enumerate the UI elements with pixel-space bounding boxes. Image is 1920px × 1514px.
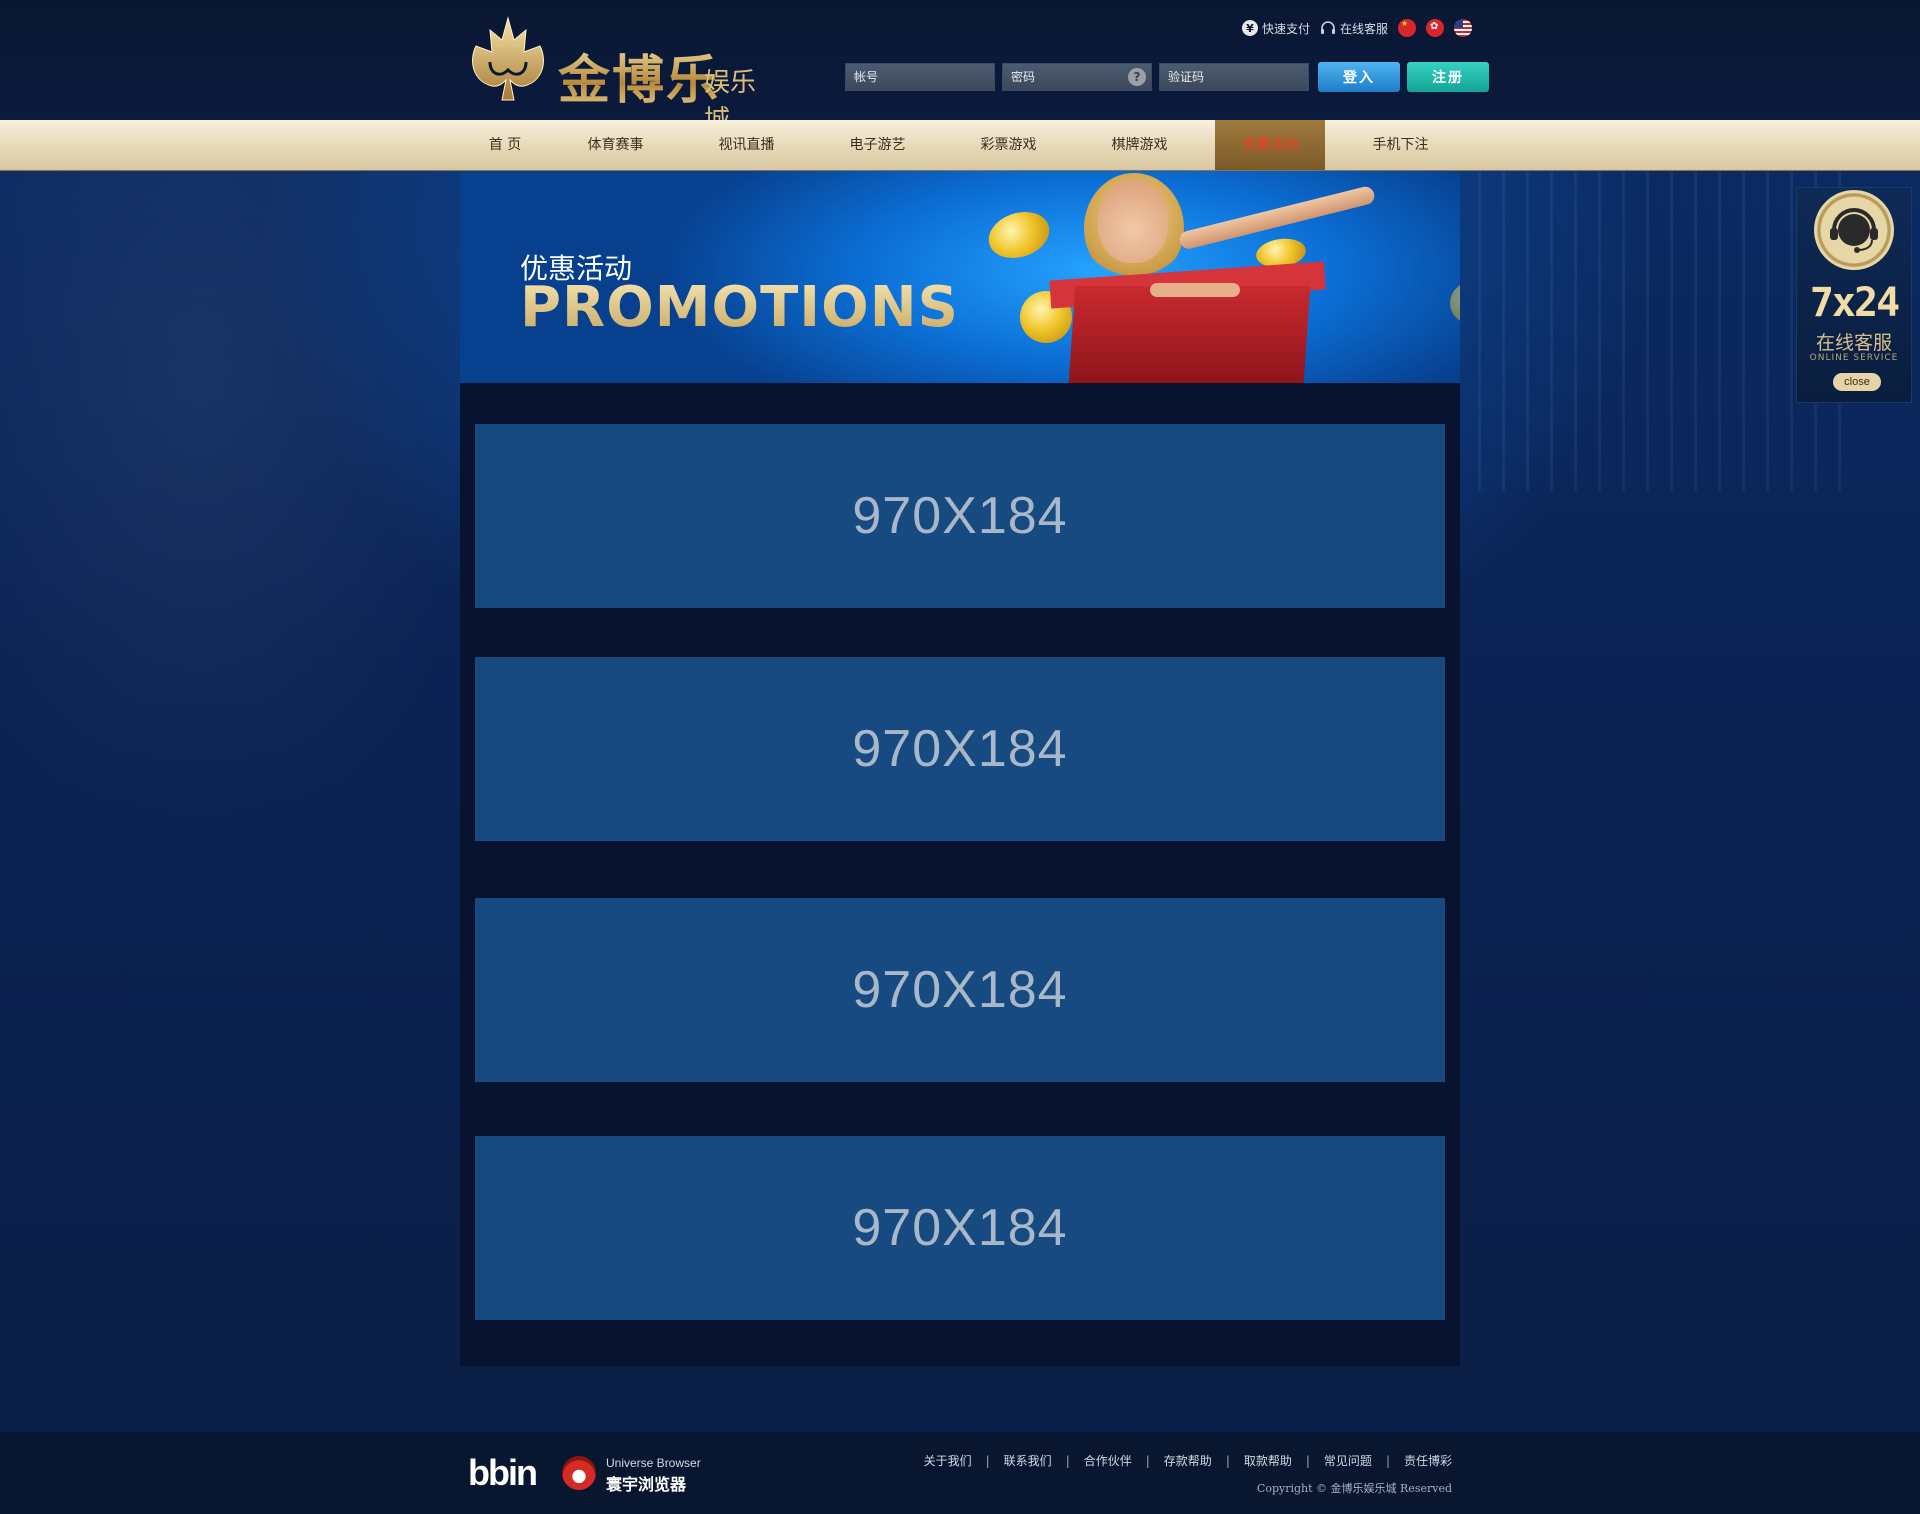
footer-link[interactable]: 联系我们 [1004,1452,1052,1469]
nav-item-sports[interactable]: 体育赛事 [550,120,681,170]
online-service-label: 在线客服 [1339,21,1388,36]
banner-title-en: PROMOTIONS [520,275,959,340]
footer-separator: | [1385,1453,1390,1468]
footer: bbin Universe Browser 寰宇浏览器 关于我们 | 联系我们 | 合作… [0,1432,1920,1514]
promo-banner-2[interactable]: 970X184 [475,657,1445,841]
online-service-widget[interactable]: 7x24 在线客服 ONLINE SERVICE close [1796,187,1912,403]
nav-item-chess-cards[interactable]: 棋牌游戏 [1074,120,1205,170]
nav-items: 首 页体育赛事 视讯直播 电子游艺 彩票游戏 棋牌游戏 优惠活动 手机下注 [460,120,1466,170]
gold-coin-icon [982,204,1056,266]
brand-name: 金博乐 [558,38,720,113]
nav-item-mobile-betting[interactable]: 手机下注 [1335,120,1466,170]
footer-separator: | [985,1453,990,1468]
footer-link[interactable]: 责任博彩 [1404,1452,1452,1469]
footer-link[interactable]: 存款帮助 [1164,1452,1212,1469]
flag-hk-icon[interactable] [1426,19,1444,37]
bbin-logo: bbin [468,1452,538,1493]
login-form: ? 登入 注册 [845,62,1489,92]
captcha-input[interactable] [1159,63,1309,91]
flag-us-icon[interactable] [1454,19,1472,37]
universe-browser-icon [562,1456,596,1490]
city-backdrop [1430,171,1850,491]
universe-browser-en[interactable]: Universe Browser [606,1456,701,1470]
model-arm [1150,283,1240,297]
footer-link[interactable]: 常见问题 [1324,1452,1372,1469]
footer-link[interactable]: 取款帮助 [1244,1452,1292,1469]
nav-item-promotions[interactable]: 优惠活动 [1215,120,1325,170]
header: 金博乐 娱乐城 ¥ 快速支付 在线客服 ? 登入 注册 [0,0,1920,135]
online-service-link[interactable]: 在线客服 [1320,20,1388,37]
password-field-wrap: ? [1002,63,1152,92]
promo-banner-4[interactable]: 970X184 [475,1136,1445,1320]
service-hours: 7x24 [1809,280,1900,326]
model-face [1098,179,1168,263]
footer-separator: | [1225,1453,1230,1468]
customer-service-icon [1814,190,1894,270]
quick-pay-label: 快速支付 [1261,21,1310,36]
promotions-banner: 优惠活动 PROMOTIONS [460,171,1460,383]
login-button[interactable]: 登入 [1318,62,1400,92]
register-button[interactable]: 注册 [1407,62,1489,92]
quick-pay-link[interactable]: ¥ 快速支付 [1241,20,1310,37]
nav-item-home[interactable]: 首 页 [460,120,550,170]
service-label-en: ONLINE SERVICE [1809,353,1899,363]
headset-icon [1320,20,1336,36]
service-close-button[interactable]: close [1833,373,1881,391]
footer-links: 关于我们 | 联系我们 | 合作伙伴 | 存款帮助 | 取款帮助 | 常见问题 | 责任博彩 [924,1452,1452,1469]
footer-link[interactable]: 关于我们 [924,1452,972,1469]
top-links: ¥ 快速支付 在线客服 [1241,18,1472,38]
nav-item-slots[interactable]: 电子游艺 [812,120,943,170]
spade-crown-icon [472,16,544,101]
service-label-cn: 在线客服 [1815,332,1892,354]
promotions-panel: 970X184 970X184 970X184 970X184 [460,383,1460,1366]
universe-browser-cn[interactable]: 寰宇浏览器 [606,1471,686,1495]
gold-coin-icon [1450,281,1460,325]
gift-box [1068,286,1311,383]
footer-separator: | [1065,1453,1070,1468]
yen-icon: ¥ [1241,20,1258,36]
main-nav: 首 页体育赛事 视讯直播 电子游艺 彩票游戏 棋牌游戏 优惠活动 手机下注 [0,120,1920,171]
account-input[interactable] [845,63,995,91]
footer-separator: | [1305,1453,1310,1468]
promo-banner-1[interactable]: 970X184 [475,424,1445,608]
site-logo[interactable]: 金博乐 娱乐城 [460,12,780,135]
footer-link[interactable]: 合作伙伴 [1084,1452,1132,1469]
help-icon[interactable]: ? [1128,68,1146,86]
footer-separator: | [1145,1453,1150,1468]
copyright: Copyright © 金博乐娱乐城 Reserved [1256,1482,1452,1495]
nav-item-lottery[interactable]: 彩票游戏 [943,120,1074,170]
nav-item-live-casino[interactable]: 视讯直播 [681,120,812,170]
promo-banner-3[interactable]: 970X184 [475,898,1445,1082]
flag-cn-icon[interactable] [1398,19,1416,37]
